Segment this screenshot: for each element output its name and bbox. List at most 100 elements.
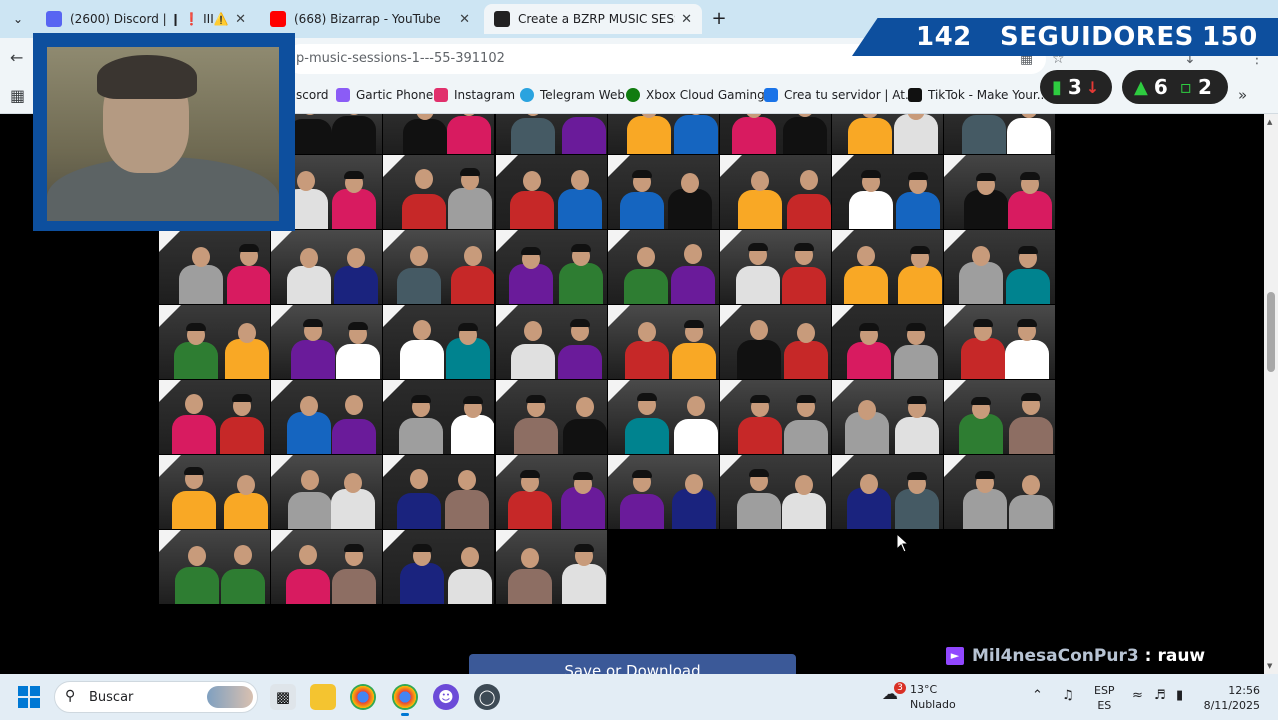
- tile-person-head: [522, 171, 541, 192]
- tile-person-body: [332, 418, 377, 454]
- bookmark-discord[interactable]: scord: [296, 88, 329, 102]
- bookmark-label: Telegram Web: [540, 88, 625, 102]
- tile-corner-logo: [720, 230, 742, 252]
- volume-icon[interactable]: ♬: [1154, 688, 1166, 703]
- tile-corner-logo: [607, 230, 630, 252]
- chat-overlay: ► Mil4nesaConPur3 : rauw: [944, 640, 1264, 672]
- bookmark-xbox[interactable]: Xbox Cloud Gaming: [626, 88, 765, 102]
- tile-person-head: [796, 322, 815, 343]
- tile-person-head: [749, 319, 768, 340]
- tile-person-cap: [910, 245, 931, 254]
- tile-corner-logo: [607, 155, 630, 177]
- new-tab-icon[interactable]: +: [708, 8, 730, 29]
- language-indicator[interactable]: ESP ES: [1094, 683, 1115, 713]
- file-explorer-icon[interactable]: [310, 684, 336, 710]
- tile-person-cap: [458, 322, 479, 331]
- chevron-up-icon[interactable]: ⌃: [1032, 688, 1043, 703]
- apps-grid-icon[interactable]: ▦: [10, 86, 25, 105]
- photo-tile: [720, 380, 831, 454]
- microphone-icon[interactable]: ♫: [1062, 688, 1074, 703]
- tile-person-cap: [573, 472, 594, 481]
- tile-person-head: [570, 169, 589, 190]
- bookmark-tiktok[interactable]: TikTok - Make Your...: [908, 88, 1048, 102]
- tile-corner-logo: [383, 155, 406, 177]
- chrome-active-icon[interactable]: [392, 684, 418, 716]
- more-bookmarks-icon[interactable]: »: [1238, 86, 1247, 104]
- page-scrollbar[interactable]: ▲ ▼: [1264, 114, 1278, 674]
- tile-person-body: [735, 265, 780, 304]
- tile-person-head: [301, 469, 320, 490]
- scroll-thumb[interactable]: [1267, 292, 1275, 372]
- chrome-icon[interactable]: [350, 684, 376, 710]
- scroll-up-icon[interactable]: ▲: [1267, 118, 1272, 126]
- task-view-icon[interactable]: ▩: [270, 684, 296, 710]
- tile-person-cap: [183, 467, 204, 476]
- tile-person-body: [1006, 268, 1051, 304]
- photo-tile: [607, 305, 719, 379]
- tile-person-body: [403, 119, 448, 154]
- bookmark-aternos[interactable]: Crea tu servidor | At...: [764, 88, 916, 102]
- tile-person-body: [672, 488, 717, 529]
- tile-person-cap: [525, 394, 546, 403]
- tile-corner-logo: [159, 230, 181, 252]
- photo-tile: [271, 380, 383, 454]
- back-arrow-icon[interactable]: ←: [10, 48, 23, 67]
- tile-corner-logo: [159, 530, 181, 552]
- close-tab-icon[interactable]: ✕: [459, 12, 470, 27]
- tile-person-cap: [905, 322, 926, 331]
- obs-icon[interactable]: ◯: [474, 684, 500, 710]
- tab-search-chevron-icon[interactable]: ⌄: [6, 8, 30, 30]
- bookmark-telegram[interactable]: Telegram Web: [520, 88, 625, 102]
- tile-person-body: [451, 265, 495, 304]
- save-download-button[interactable]: Save or Download: [469, 654, 796, 674]
- tile-person-cap: [908, 172, 929, 181]
- bookmark-gartic-phone[interactable]: Gartic Phone: [336, 88, 433, 102]
- discord-icon: [46, 11, 62, 27]
- followers-label: SEGUIDORES: [1000, 22, 1194, 52]
- tile-person-body: [398, 417, 443, 454]
- tile-person-head: [686, 395, 705, 416]
- system-clock[interactable]: 12:56 8/11/2025: [1202, 683, 1260, 713]
- tab-bzrp[interactable]: Create a BZRP MUSIC SESSION ✕: [484, 4, 702, 34]
- tab-youtube[interactable]: (668) Bizarrap - YouTube ✕: [260, 4, 480, 34]
- tile-corner-logo: [944, 230, 967, 252]
- scroll-down-icon[interactable]: ▼: [1267, 662, 1272, 670]
- photo-tile: [944, 230, 1056, 304]
- tile-person-body: [962, 489, 1007, 529]
- weather-text: 13°C Nublado: [910, 682, 956, 712]
- tile-person-body: [557, 344, 602, 379]
- wifi-icon[interactable]: ≈: [1132, 688, 1143, 703]
- tile-corner-logo: [720, 455, 742, 477]
- discord-taskbar-icon[interactable]: ☻: [433, 684, 459, 710]
- bars-icon: ▫: [1179, 76, 1192, 98]
- tile-person-cap: [749, 394, 770, 403]
- close-tab-icon[interactable]: ✕: [235, 12, 246, 27]
- chat-message: rauw: [1157, 646, 1206, 666]
- tile-corner-logo: [944, 305, 967, 327]
- tile-person-body: [781, 266, 826, 304]
- tile-person-body: [171, 490, 216, 529]
- tile-person-body: [511, 118, 556, 154]
- tile-person-body: [624, 340, 669, 379]
- lang-bottom: ES: [1097, 699, 1112, 712]
- tile-corner-logo: [159, 380, 181, 402]
- close-tab-icon[interactable]: ✕: [681, 12, 692, 27]
- bookmark-instagram[interactable]: Instagram: [434, 88, 515, 102]
- tile-person-cap: [344, 170, 365, 179]
- tile-corner-logo: [271, 380, 294, 402]
- tile-person-body: [511, 344, 556, 379]
- tile-person-body: [508, 569, 553, 604]
- tile-person-body: [287, 412, 332, 454]
- photo-tile: [607, 230, 719, 304]
- windows-start-icon[interactable]: [18, 686, 40, 708]
- photo-tile: [607, 455, 719, 529]
- tile-person-body: [963, 189, 1008, 229]
- bookmark-label: TikTok - Make Your...: [928, 88, 1049, 102]
- tile-person-body: [448, 568, 493, 604]
- tile-corner-logo: [944, 155, 967, 177]
- taskbar-search[interactable]: ⚲ Buscar: [54, 681, 258, 713]
- battery-icon[interactable]: ▮: [1176, 688, 1183, 703]
- tab-discord[interactable]: (2600) Discord | ❙ ❗ ΙΙΙ⚠️ ✕: [36, 4, 256, 34]
- tile-person-body: [783, 341, 828, 379]
- weather-desc: Nublado: [910, 698, 956, 711]
